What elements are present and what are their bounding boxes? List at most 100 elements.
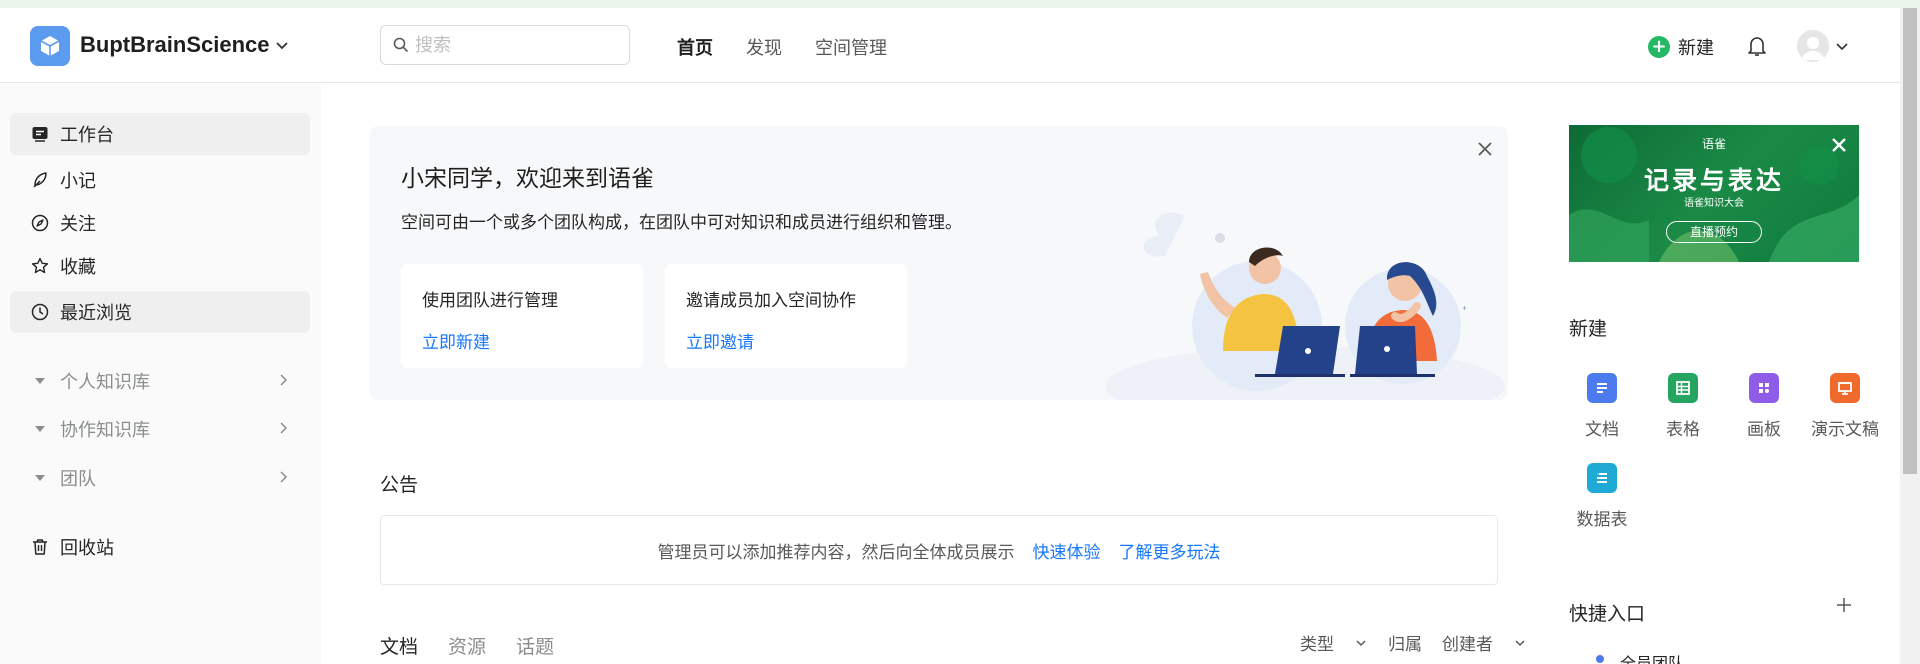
sidebar-item-label: 最近浏览 (60, 303, 132, 324)
banner-subtitle: 语雀知识大会 (1684, 198, 1744, 209)
scrollbar-thumb[interactable] (1903, 8, 1917, 474)
datatable-icon (1587, 463, 1617, 493)
notice-text: 管理员可以添加推荐内容，然后向全体成员展示 (657, 542, 1015, 563)
sidebar-group-label: 团队 (60, 469, 96, 490)
filter-type[interactable]: 类型 (1300, 630, 1368, 655)
bell-icon[interactable] (1745, 34, 1769, 58)
nav-space-management[interactable]: 空间管理 (815, 34, 887, 60)
quick-try-link[interactable]: 快速体验 (1033, 538, 1101, 563)
sidebar-item-trash[interactable]: 回收站 (10, 526, 310, 568)
sidebar-item-workbench[interactable]: 工作台 (10, 113, 310, 155)
quick-access-item[interactable]: 全员团队 (1590, 650, 1684, 664)
page-scrollbar[interactable] (1900, 8, 1920, 664)
add-icon[interactable] (1835, 596, 1853, 614)
feather-icon (30, 170, 50, 190)
team-manage-card: 使用团队进行管理 立即新建 (401, 264, 643, 368)
caret-down-icon (30, 474, 50, 482)
top-strip (0, 0, 1920, 8)
create-doc[interactable]: 文档 (1567, 373, 1637, 440)
sidebar-group-collab-kb[interactable]: 协作知识库 (10, 409, 310, 449)
chevron-right-icon[interactable] (276, 470, 290, 484)
create-label: 演示文稿 (1811, 420, 1879, 440)
notice-heading: 公告 (380, 474, 419, 496)
chevron-down-icon[interactable] (272, 36, 292, 56)
create-board[interactable]: 画板 (1729, 373, 1799, 440)
create-label: 数据表 (1576, 510, 1628, 530)
card-title: 邀请成员加入空间协作 (686, 291, 856, 311)
doc-icon (1587, 373, 1617, 403)
sidebar-item-label: 回收站 (60, 538, 114, 559)
sidebar-item-notes[interactable]: 小记 (10, 159, 310, 201)
chevron-right-icon[interactable] (276, 421, 290, 435)
list-filters: 类型 归属 创建者 (1300, 630, 1547, 655)
nav-discover[interactable]: 发现 (746, 34, 782, 60)
new-button[interactable]: + 新建 (1648, 34, 1714, 60)
org-name[interactable]: BuptBrainScience (80, 32, 270, 58)
create-datatable[interactable]: 数据表 (1567, 463, 1637, 530)
card-title: 使用团队进行管理 (422, 291, 558, 311)
search-icon (393, 37, 409, 53)
main-nav: 首页 发现 空间管理 (677, 34, 920, 60)
invite-member-card: 邀请成员加入空间协作 立即邀请 (665, 264, 907, 368)
cube-icon (40, 36, 60, 56)
tab-docs[interactable]: 文档 (380, 632, 418, 659)
create-slides[interactable]: 演示文稿 (1810, 373, 1880, 440)
quick-access-title: 快捷入口 (1569, 603, 1646, 625)
slides-icon (1830, 373, 1860, 403)
plus-circle-icon: + (1648, 36, 1670, 58)
banner-title: 记录与表达 (1643, 166, 1784, 195)
welcome-illustration (1105, 212, 1505, 400)
nav-home[interactable]: 首页 (677, 34, 713, 60)
promo-banner[interactable]: 语雀 记录与表达 语雀知识大会 直播预约 (1569, 125, 1859, 262)
create-label: 画板 (1747, 420, 1781, 440)
create-now-link[interactable]: 立即新建 (422, 328, 622, 353)
clock-icon (30, 302, 50, 322)
quick-access-item-label: 全员团队 (1620, 654, 1685, 664)
sidebar-group-personal-kb[interactable]: 个人知识库 (10, 361, 310, 401)
chevron-down-icon (1515, 639, 1525, 646)
learn-more-link[interactable]: 了解更多玩法 (1119, 538, 1221, 563)
chevron-right-icon[interactable] (276, 373, 290, 387)
user-avatar-icon (1797, 30, 1829, 62)
banner-reserve-button[interactable]: 直播预约 (1666, 221, 1762, 243)
create-sheet[interactable]: 表格 (1648, 373, 1718, 440)
sidebar-group-label: 协作知识库 (60, 420, 150, 441)
search-input[interactable] (415, 34, 605, 56)
sidebar-item-label: 工作台 (60, 125, 114, 146)
sidebar-item-label: 收藏 (60, 257, 96, 278)
tab-topics[interactable]: 话题 (516, 632, 554, 659)
sidebar-group-label: 个人知识库 (60, 372, 150, 393)
compass-icon (30, 213, 50, 233)
sidebar-item-label: 小记 (60, 171, 96, 192)
sidebar-item-label: 关注 (60, 214, 96, 235)
sidebar-item-follow[interactable]: 关注 (10, 202, 310, 244)
top-header: BuptBrainScience 首页 发现 空间管理 + 新建 (0, 8, 1900, 83)
tab-resources[interactable]: 资源 (448, 632, 486, 659)
create-label: 文档 (1585, 420, 1619, 440)
notice-box: 管理员可以添加推荐内容，然后向全体成员展示 快速体验 了解更多玩法 (380, 515, 1498, 585)
invite-now-link[interactable]: 立即邀请 (686, 328, 886, 353)
caret-down-icon (30, 425, 50, 433)
star-icon (30, 256, 50, 276)
create-section-title: 新建 (1569, 318, 1608, 340)
org-logo[interactable] (30, 26, 70, 66)
close-icon[interactable] (1474, 138, 1496, 160)
welcome-panel: 小宋同学，欢迎来到语雀 空间可由一个或多个团队构成，在团队中可对知识和成员进行组… (370, 126, 1508, 400)
filter-belong[interactable]: 归属 (1388, 630, 1422, 655)
avatar[interactable] (1797, 30, 1829, 62)
filter-type-label: 类型 (1300, 635, 1334, 655)
search-box[interactable] (380, 25, 630, 65)
sidebar-item-favorites[interactable]: 收藏 (10, 245, 310, 287)
sidebar: 工作台 小记 关注 收藏 最近浏览 个人知识库 协作知识库 团队 回收站 (0, 84, 321, 664)
welcome-subtitle: 空间可由一个或多个团队构成，在团队中可对知识和成员进行组织和管理。 (401, 213, 962, 233)
filter-creator[interactable]: 创建者 (1442, 630, 1527, 655)
board-icon (1749, 373, 1779, 403)
caret-down-icon (30, 377, 50, 385)
filter-creator-label: 创建者 (1442, 635, 1493, 655)
close-icon[interactable] (1829, 135, 1849, 155)
chevron-down-icon[interactable] (1834, 38, 1850, 54)
create-label: 表格 (1666, 420, 1700, 440)
workbench-icon (30, 124, 50, 144)
sidebar-group-team[interactable]: 团队 (10, 458, 310, 498)
sidebar-item-recent[interactable]: 最近浏览 (10, 291, 310, 333)
